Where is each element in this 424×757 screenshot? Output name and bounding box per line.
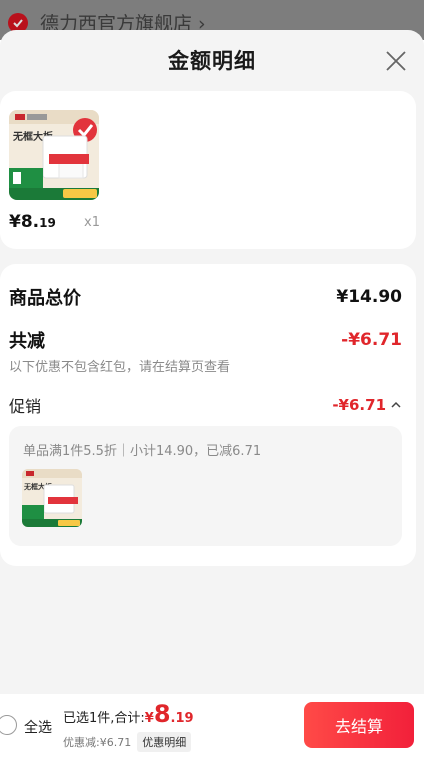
discount-line: 优惠减:¥6.71 优惠明细 [63, 732, 192, 752]
total-currency: ¥ [144, 711, 154, 726]
promo-value: -¥6.71 [332, 396, 386, 414]
promo-row[interactable]: 促销 -¥6.71 [9, 393, 402, 417]
total-row: 商品总价 ¥14.90 [9, 284, 402, 310]
promo-label: 促销 [9, 397, 42, 416]
discount-note: 以下优惠不包含红包，请在结算页查看 [9, 360, 231, 375]
amount-detail-sheet: 金额明细 无框大板 ¥8.19 x1 商品总价 ¥14.90 共减 -¥6.71… [0, 30, 424, 757]
checkout-button[interactable]: 去结算 [304, 702, 414, 748]
summary-prefix: 已选1件,合计: [63, 711, 145, 726]
total-summary: 已选1件,合计: ¥ 8 .19 [63, 702, 194, 726]
product-image[interactable]: 无框大板 [9, 110, 99, 200]
product-card: 无框大板 ¥8.19 x1 [0, 91, 416, 249]
promo-detail: 单品满1件5.5折｜小计14.90，已减6.71 [23, 444, 262, 459]
sheet-header: 金额明细 [0, 30, 424, 90]
discount-detail-button[interactable]: 优惠明细 [137, 732, 192, 752]
discount-label: 共减 [9, 331, 45, 352]
total-dec: .19 [170, 711, 194, 726]
discount-row: 共减 -¥6.71 [9, 327, 402, 353]
sheet-title: 金额明细 [168, 49, 256, 73]
select-all-label[interactable]: 全选 [24, 717, 52, 737]
select-all-radio[interactable] [0, 715, 17, 735]
discount-value: -¥6.71 [341, 330, 402, 350]
promo-value-group[interactable]: -¥6.71 [332, 396, 402, 414]
checkout-bar: 全选 已选1件,合计: ¥ 8 .19 优惠减:¥6.71 优惠明细 去结算 [0, 694, 424, 757]
total-value: ¥14.90 [336, 287, 402, 307]
close-icon[interactable] [384, 49, 408, 73]
product-quantity: x1 [84, 215, 100, 230]
discount-text: 优惠减:¥6.71 [63, 736, 132, 749]
total-int: 8 [153, 700, 171, 728]
total-label: 商品总价 [9, 288, 81, 309]
promo-product-image[interactable]: 无框大板 [22, 469, 82, 527]
product-price: ¥8.19 [9, 212, 56, 232]
chevron-up-icon[interactable] [390, 396, 402, 414]
